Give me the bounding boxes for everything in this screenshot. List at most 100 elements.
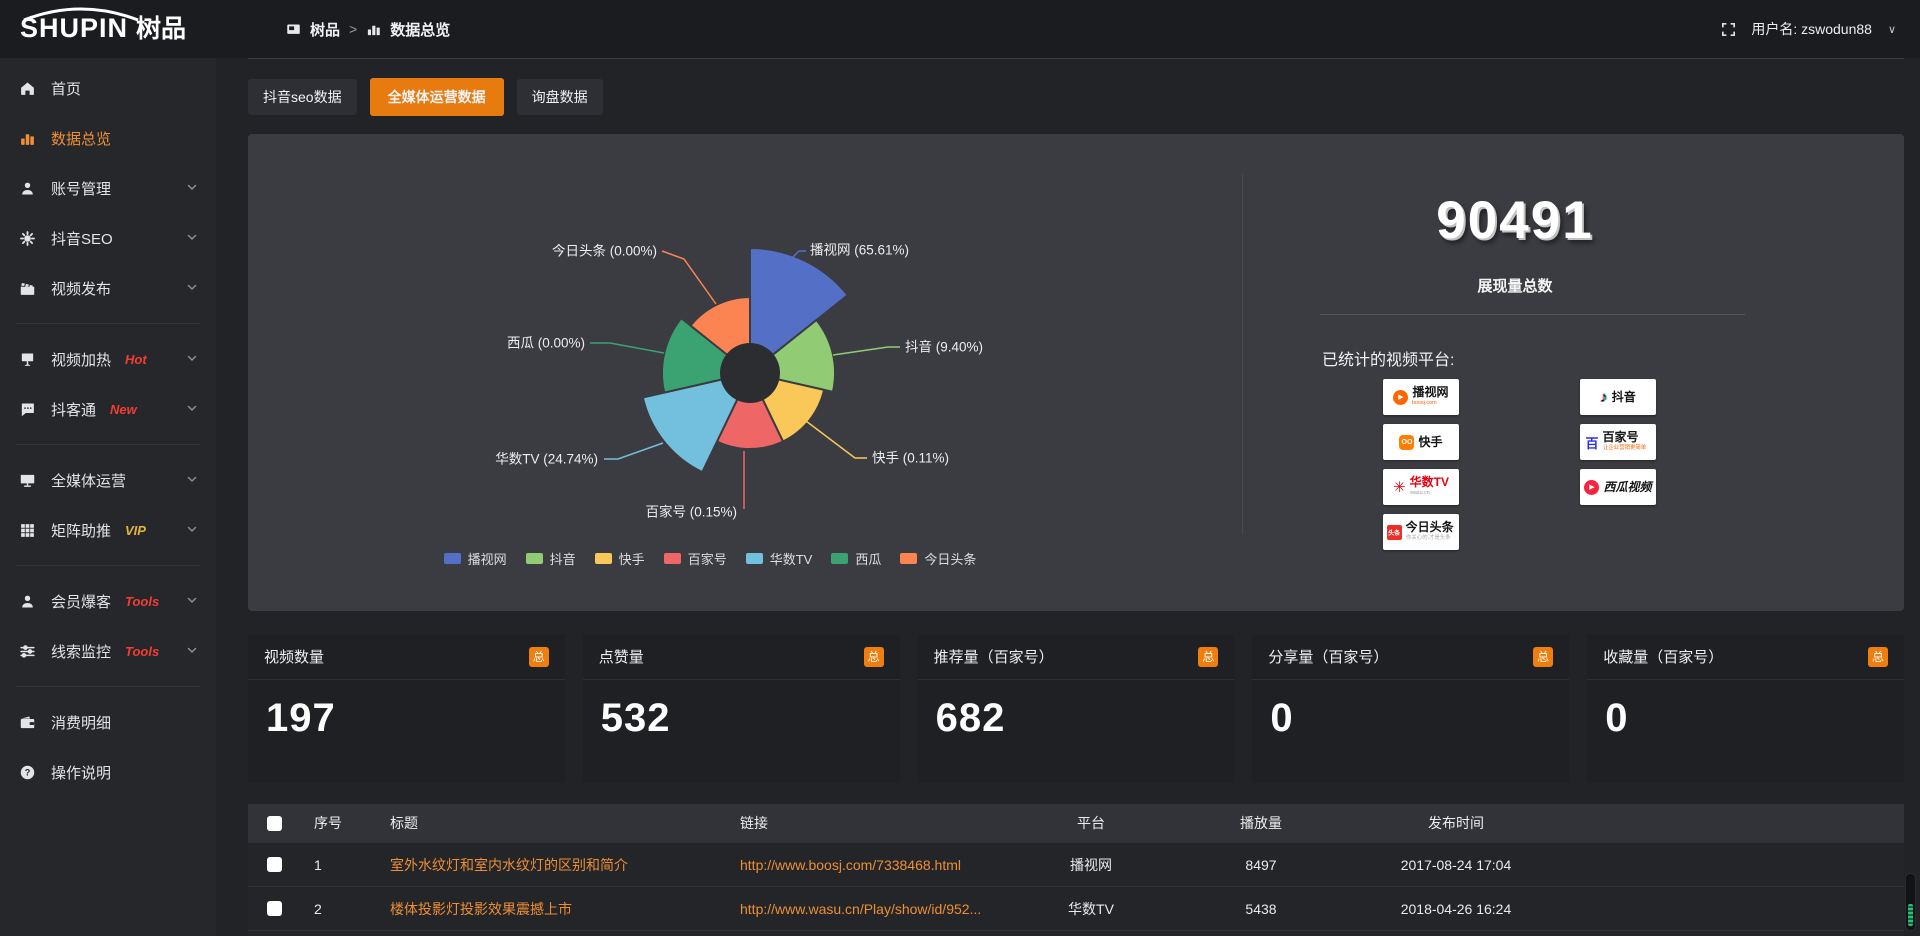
sidebar-item-label: 视频加热 (51, 349, 111, 370)
username-label[interactable]: 用户名: zswodun88 (1751, 19, 1872, 39)
stat-card-header: 视频数量总 (248, 634, 565, 680)
legend-swatch (664, 553, 681, 564)
sidebar-item-home[interactable]: 首页 (0, 63, 216, 113)
cell-plays: 8497 (1176, 857, 1346, 873)
summary-divider (1320, 314, 1745, 315)
stat-card-header: 点赞量总 (583, 634, 900, 680)
platform-name: 西瓜视频 (1603, 481, 1651, 493)
logo: SHUPIN 树品 (20, 8, 186, 48)
sidebar-item-label: 消费明细 (51, 712, 111, 733)
breadcrumb: 树品 > 数据总览 (286, 0, 450, 58)
tab-1[interactable]: 全媒体运营数据 (370, 78, 504, 116)
user-icon (18, 592, 36, 610)
cell-url-link[interactable]: http://www.wasu.cn/Play/show/id/952... (726, 901, 1006, 917)
select-all-checkbox[interactable] (267, 816, 282, 831)
platform-column-2: ♪抖音百百家号让企业营销更简单▶西瓜视频 (1580, 379, 1656, 514)
stat-card-value: 197 (248, 680, 565, 757)
sidebar-item-label: 账号管理 (51, 178, 111, 199)
sidebar-item-video-publish[interactable]: 视频发布 (0, 263, 216, 313)
platform-badge-toutiao: 头条今日头条你关心的,才是头条 (1383, 514, 1459, 550)
app-root: SHUPIN 树品 树品 > 数据总览 用户名: zswodun88 ∨ 首页数… (0, 0, 1920, 936)
tab-0[interactable]: 抖音seo数据 (248, 79, 357, 115)
stat-card-0: 视频数量总197 (248, 634, 565, 783)
chevron-down-icon (186, 230, 198, 247)
stat-card-header: 收藏量（百家号）总 (1587, 634, 1904, 680)
sidebar-item-help[interactable]: ?操作说明 (0, 747, 216, 797)
sidebar-item-omni-media[interactable]: 全媒体运营 (0, 455, 216, 505)
sidebar-item-label: 视频发布 (51, 278, 111, 299)
cell-url-link[interactable]: http://www.boosj.com/7338468.html (726, 857, 1006, 873)
bars-icon (18, 129, 36, 147)
sidebar-divider (16, 444, 200, 445)
row-checkbox[interactable] (267, 901, 282, 916)
logo-arc (20, 6, 142, 22)
sidebar-item-douyin-seo[interactable]: 抖音SEO (0, 213, 216, 263)
sidebar-item-tag: New (110, 402, 137, 417)
platform-subtext: 让企业营销更简单 (1603, 444, 1646, 453)
stat-card-value: 0 (1587, 680, 1904, 757)
summary-panel: 90491 展现量总数 已统计的视频平台: ▶播视网boosj.comOO快手✳… (1242, 134, 1904, 611)
chevron-down-icon (186, 593, 198, 610)
stat-card-header: 分享量（百家号）总 (1252, 634, 1569, 680)
chevron-down-icon (186, 180, 198, 197)
legend-item-百家号[interactable]: 百家号 (664, 549, 727, 568)
stat-card-4: 收藏量（百家号）总0 (1587, 634, 1904, 783)
platform-badge-kuaishou: OO快手 (1383, 424, 1459, 460)
legend-item-播视网[interactable]: 播视网 (444, 549, 507, 568)
user-caret-icon[interactable]: ∨ (1888, 23, 1896, 36)
chevron-down-icon (186, 643, 198, 660)
scrollbar-thumb[interactable] (1908, 904, 1913, 926)
cell-title-link[interactable]: 楼体投影灯投影效果震撼上市 (376, 899, 726, 919)
breadcrumb-root[interactable]: 树品 (310, 19, 340, 40)
cell-index: 1 (300, 857, 376, 873)
pie-label-今日头条: 今日头条 (0.00%) (552, 243, 657, 259)
stat-card-header: 推荐量（百家号）总 (918, 634, 1235, 680)
monitor-icon (18, 471, 36, 489)
fullscreen-icon[interactable] (1720, 21, 1737, 38)
platform-subtext: 你关心的,才是头条 (1406, 534, 1451, 543)
sidebar-item-consumption-detail[interactable]: 消费明细 (0, 697, 216, 747)
sidebar-item-clue-monitor[interactable]: 线索监控Tools (0, 626, 216, 676)
platform-name: 今日头条 (1406, 521, 1454, 533)
pie-label-快手: 快手 (0.11%) (872, 451, 949, 466)
sidebar-item-label: 数据总览 (51, 128, 111, 149)
cell-published: 2017-08-24 17:04 (1346, 857, 1566, 873)
legend-label: 百家号 (688, 549, 727, 568)
legend-item-快手[interactable]: 快手 (595, 549, 645, 568)
breadcrumb-separator: > (349, 21, 357, 37)
legend-item-今日头条[interactable]: 今日头条 (900, 549, 976, 568)
platform-badge-baijiahao: 百百家号让企业营销更简单 (1580, 424, 1656, 460)
platform-name: 快手 (1418, 436, 1442, 448)
tab-2[interactable]: 询盘数据 (517, 79, 603, 115)
gear-icon (18, 229, 36, 247)
scrollbar[interactable] (1905, 873, 1916, 931)
legend-item-西瓜[interactable]: 西瓜 (831, 549, 881, 568)
chart-panel: 播视网 (65.61%)抖音 (9.40%)快手 (0.11%)百家号 (0.1… (248, 134, 1904, 611)
stat-card-value: 0 (1252, 680, 1569, 757)
sidebar-item-video-heating[interactable]: 视频加热Hot (0, 334, 216, 384)
row-checkbox[interactable] (267, 857, 282, 872)
topbar: SHUPIN 树品 树品 > 数据总览 用户名: zswodun88 ∨ (0, 0, 1920, 58)
svg-text:?: ? (24, 767, 30, 777)
sidebar-divider (16, 565, 200, 566)
stat-card-3: 分享量（百家号）总0 (1252, 634, 1569, 783)
chevron-down-icon (186, 472, 198, 489)
home-icon (18, 79, 36, 97)
pie-label-line (662, 251, 716, 304)
wallet-icon (18, 713, 36, 731)
sidebar-item-matrix-boost[interactable]: 矩阵助推VIP (0, 505, 216, 555)
legend-item-抖音[interactable]: 抖音 (526, 549, 576, 568)
legend-swatch (595, 553, 612, 564)
sidebar-item-douketong[interactable]: 抖客通New (0, 384, 216, 434)
cell-platform: 播视网 (1006, 855, 1176, 875)
sidebar-divider (16, 323, 200, 324)
sidebar-item-account-manage[interactable]: 账号管理 (0, 163, 216, 213)
legend-item-华数TV[interactable]: 华数TV (746, 549, 813, 568)
legend-label: 抖音 (550, 549, 576, 568)
platform-subtext: boosj.com (1412, 399, 1437, 408)
cell-title-link[interactable]: 室外水纹灯和室内水纹灯的区别和简介 (376, 855, 726, 875)
sidebar-item-data-overview[interactable]: 数据总览 (0, 113, 216, 163)
platform-column-1: ▶播视网boosj.comOO快手✳华数TVwasu.cn头条今日头条你关心的,… (1383, 379, 1459, 559)
sidebar-item-member-baoke[interactable]: 会员爆客Tools (0, 576, 216, 626)
pie-label-播视网: 播视网 (65.61%) (810, 243, 909, 258)
